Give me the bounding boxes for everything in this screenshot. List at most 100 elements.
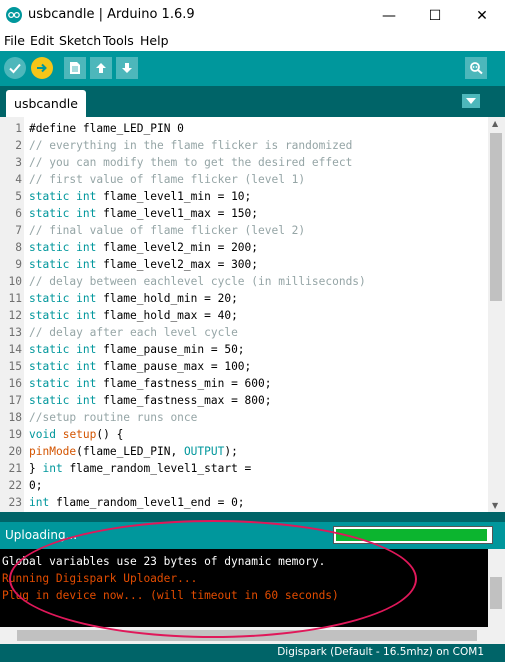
upload-icon: [37, 63, 47, 73]
code-token: OUTPUT: [183, 445, 225, 458]
new-sketch-button[interactable]: [64, 57, 86, 79]
save-sketch-button[interactable]: [116, 57, 138, 79]
board-status-bar: Digispark (Default - 16.5mhz) on COM1: [0, 644, 505, 662]
menu-help[interactable]: Help: [140, 33, 169, 48]
code-text: static int flame_pause_max = 100;: [29, 358, 251, 375]
console-vertical-scrollbar[interactable]: [488, 549, 505, 627]
scrollbar-thumb[interactable]: [17, 630, 477, 641]
code-token: (flame_LED_PIN,: [76, 445, 184, 458]
code-token: flame_level2_max = 300;: [96, 258, 259, 271]
progress-fill: [336, 529, 487, 541]
code-line[interactable]: 11 static int flame_hold_min = 20;: [0, 290, 488, 307]
code-token: void: [29, 428, 56, 441]
close-button[interactable]: ✕: [459, 0, 505, 32]
code-line[interactable]: 17 static int flame_fastness_max = 800;: [0, 392, 488, 409]
code-line[interactable]: 14 static int flame_pause_min = 50;: [0, 341, 488, 358]
menu-bar: File Edit Sketch Tools Help: [0, 32, 505, 51]
code-line[interactable]: 12 static int flame_hold_max = 40;: [0, 307, 488, 324]
window-title: usbcandle | Arduino 1.6.9: [28, 7, 195, 22]
console-line: Global variables use 23 bytes of dynamic…: [2, 555, 326, 568]
code-line[interactable]: 13 // delay after each level cycle: [0, 324, 488, 341]
scroll-up-icon[interactable]: ▲: [492, 119, 498, 128]
code-line[interactable]: 21} int flame_random_level1_start =: [0, 460, 488, 477]
open-icon: [96, 63, 106, 73]
code-text: #define flame_LED_PIN 0: [29, 120, 184, 137]
menu-file[interactable]: File: [4, 33, 25, 48]
new-icon: [70, 62, 80, 74]
code-token: pinMode: [29, 445, 77, 458]
code-line[interactable]: 6 static int flame_level1_max = 150;: [0, 205, 488, 222]
editor-vertical-scrollbar[interactable]: ▲ ▼: [488, 117, 505, 512]
verify-icon: [9, 63, 21, 74]
code-text: static int flame_level2_min = 200;: [29, 239, 258, 256]
code-token: setup: [62, 428, 97, 441]
code-text: // everything in the flame flicker is ra…: [29, 137, 352, 154]
code-line[interactable]: 7 // final value of flame flicker (level …: [0, 222, 488, 239]
line-number: 19: [8, 428, 22, 441]
scrollbar-thumb[interactable]: [490, 133, 502, 301]
arduino-logo-icon: [6, 7, 22, 23]
code-line[interactable]: 8 static int flame_level2_min = 200;: [0, 239, 488, 256]
line-number: 23: [8, 496, 22, 509]
code-line[interactable]: 4 // first value of flame flicker (level …: [0, 171, 488, 188]
console-horizontal-scrollbar[interactable]: [0, 627, 488, 644]
minimize-button[interactable]: —: [366, 0, 412, 32]
code-token: static int: [29, 309, 97, 322]
code-line[interactable]: 1 #define flame_LED_PIN 0: [0, 120, 488, 137]
line-number: 8: [15, 241, 22, 254]
code-token: // first value of flame flicker (level 1…: [29, 173, 306, 186]
code-line[interactable]: 19 void setup() {: [0, 426, 488, 443]
code-line[interactable]: 16 static int flame_fastness_min = 600;: [0, 375, 488, 392]
maximize-button[interactable]: ☐: [412, 0, 458, 32]
code-area[interactable]: 1 #define flame_LED_PIN 0 2 // everything i…: [0, 120, 488, 511]
line-number: 5: [15, 190, 22, 203]
scrollbar-thumb[interactable]: [490, 577, 502, 609]
code-line[interactable]: 15 static int flame_pause_max = 100;: [0, 358, 488, 375]
code-line[interactable]: 9 static int flame_level2_max = 300;: [0, 256, 488, 273]
code-token: static int: [29, 258, 97, 271]
scroll-down-icon[interactable]: ▼: [492, 501, 498, 510]
code-text: // you can modify them to get the desire…: [29, 154, 352, 171]
save-icon: [122, 63, 132, 73]
menu-tools[interactable]: Tools: [103, 33, 134, 48]
line-number: 13: [8, 326, 22, 339]
title-bar: usbcandle | Arduino 1.6.9 — ☐ ✕: [0, 0, 505, 32]
code-token: // delay between eachlevel cycle (in mil…: [29, 275, 366, 288]
open-sketch-button[interactable]: [90, 57, 112, 79]
code-text: //setup routine runs once: [29, 409, 197, 426]
code-line[interactable]: 5 static int flame_level1_min = 10;: [0, 188, 488, 205]
code-token: static int: [29, 207, 97, 220]
board-port-label: Digispark (Default - 16.5mhz) on COM1: [277, 646, 484, 658]
code-line[interactable]: 23 int flame_random_level1_end = 0;: [0, 494, 488, 511]
editor-console-divider[interactable]: [0, 512, 505, 522]
code-token: () {: [96, 428, 124, 441]
line-number: 2: [15, 139, 22, 152]
code-text: int flame_random_level1_end = 0;: [29, 494, 245, 511]
chevron-down-icon: [466, 98, 476, 104]
line-number: 17: [8, 394, 22, 407]
verify-button[interactable]: [4, 57, 26, 79]
code-token: static int: [29, 360, 97, 373]
upload-button[interactable]: [31, 57, 53, 79]
code-line[interactable]: 22 0;: [0, 477, 488, 494]
code-editor[interactable]: 1 #define flame_LED_PIN 0 2 // everything i…: [0, 117, 505, 512]
menu-edit[interactable]: Edit: [30, 33, 54, 48]
menu-sketch[interactable]: Sketch: [59, 33, 101, 48]
code-token: flame_level2_min = 200;: [96, 241, 259, 254]
code-token: flame_hold_max = 40;: [96, 309, 238, 322]
line-number: 6: [15, 207, 22, 220]
code-line[interactable]: 10 // delay between eachlevel cycle (in m…: [0, 273, 488, 290]
code-token: static int: [29, 241, 97, 254]
code-line[interactable]: 3 // you can modify them to get the desir…: [0, 154, 488, 171]
tab-usbcandle[interactable]: usbcandle: [6, 90, 86, 117]
code-line[interactable]: 18 //setup routine runs once: [0, 409, 488, 426]
tab-menu-button[interactable]: [462, 94, 480, 108]
code-token: }: [29, 462, 43, 475]
serial-monitor-button[interactable]: [465, 57, 487, 79]
code-token: flame_fastness_min = 600;: [96, 377, 272, 390]
code-line[interactable]: 20 pinMode(flame_LED_PIN, OUTPUT);: [0, 443, 488, 460]
code-token: static int: [29, 377, 97, 390]
line-number: 20: [8, 445, 22, 458]
minimize-icon: —: [382, 8, 396, 24]
code-line[interactable]: 2 // everything in the flame flicker is r…: [0, 137, 488, 154]
